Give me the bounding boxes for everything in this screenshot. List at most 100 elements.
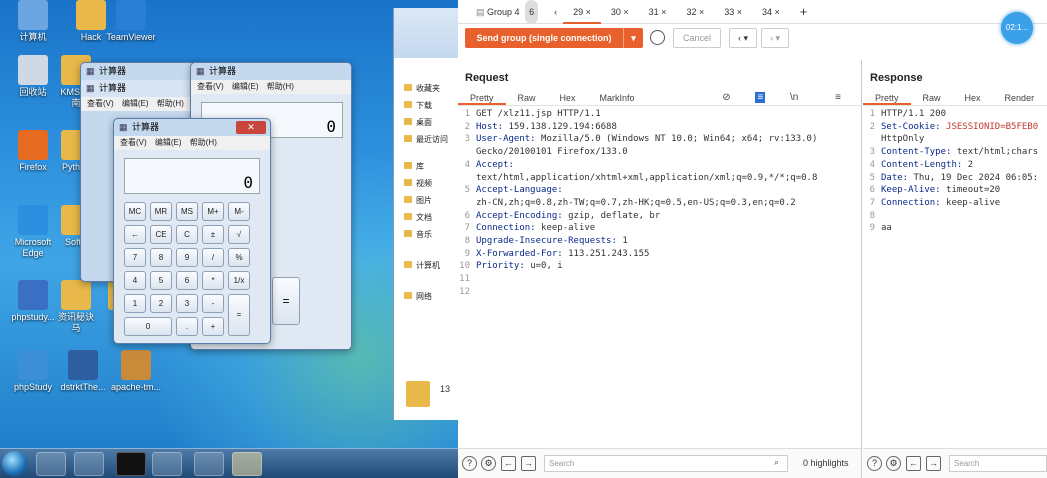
taskbar-cmd-button[interactable]	[116, 452, 146, 476]
calculator-key[interactable]: .	[176, 317, 198, 336]
close-button[interactable]: ✕	[236, 121, 266, 134]
tab-request[interactable]: 31 ×	[639, 0, 677, 24]
user-avatar[interactable]: 02:1...	[1001, 12, 1033, 44]
calculator-menu[interactable]: 查看(V) 编辑(E) 帮助(H)	[81, 97, 199, 111]
help-icon[interactable]: ?	[867, 456, 882, 471]
menu-icon[interactable]: ≡	[823, 92, 853, 103]
explorer-nav-item[interactable]: 网络	[394, 288, 458, 305]
view-tab[interactable]: Render	[993, 90, 1047, 105]
view-tab[interactable]: MarkInfo	[588, 90, 647, 105]
history-forward-button[interactable]: › ▾	[761, 28, 789, 48]
newline-toggle-icon[interactable]: \n	[778, 92, 810, 103]
calculator-menu[interactable]: 查看(V) 编辑(E) 帮助(H)	[191, 80, 351, 94]
calculator-key[interactable]: 1	[124, 294, 146, 313]
start-orb-icon[interactable]	[2, 451, 27, 476]
calculator-key[interactable]: 4	[124, 271, 146, 290]
calculator-key[interactable]: 3	[176, 294, 198, 313]
calculator-key[interactable]: ←	[124, 225, 146, 244]
explorer-folder-icon[interactable]	[406, 381, 430, 407]
taskbar-app-button[interactable]	[152, 452, 182, 476]
view-tab[interactable]: Pretty	[458, 90, 506, 105]
arrow-left-icon[interactable]: ←	[501, 456, 516, 471]
response-editor[interactable]: 1 HTTP/1.1 200 2 Set-Cookie: JSESSIONID=B5F…	[863, 106, 1047, 235]
calculator-key[interactable]: CE	[150, 225, 172, 244]
view-tab[interactable]: Hex	[548, 90, 588, 105]
inspector-icon[interactable]: ≡	[755, 92, 766, 103]
calculator-key[interactable]: C	[176, 225, 198, 244]
calculator-key[interactable]: 9	[176, 248, 198, 267]
explorer-nav-item[interactable]: 计算机	[394, 257, 458, 274]
calculator-key[interactable]: /	[202, 248, 224, 267]
desktop-icon[interactable]: 计算机	[2, 0, 64, 43]
help-icon[interactable]: ?	[462, 456, 477, 471]
calculator-key[interactable]: *	[202, 271, 224, 290]
tab-request[interactable]: 32 ×	[676, 0, 714, 24]
calculator-key[interactable]: M-	[228, 202, 250, 221]
send-dropdown-chevron-icon[interactable]: ▾	[623, 28, 643, 48]
view-tab[interactable]: Raw	[911, 90, 953, 105]
calculator-key[interactable]: √	[228, 225, 250, 244]
desktop-icon[interactable]: apache-tm...	[105, 350, 167, 393]
add-tab-icon[interactable]: +	[790, 0, 818, 24]
response-search-input[interactable]: Search	[949, 455, 1047, 472]
tab-scroll-left-icon[interactable]: ‹	[548, 0, 563, 24]
view-tab[interactable]: Pretty	[863, 90, 911, 105]
explorer-nav-item[interactable]: 库	[394, 158, 458, 175]
calculator-key[interactable]: 6	[176, 271, 198, 290]
settings-gear-icon[interactable]: ⚙	[886, 456, 901, 471]
tab-request[interactable]: 30 ×	[601, 0, 639, 24]
calculator-key[interactable]: -	[202, 294, 224, 313]
arrow-left-icon[interactable]: ←	[906, 456, 921, 471]
calculator-equals-key[interactable]: =	[272, 277, 300, 325]
explorer-nav-item[interactable]: 下载	[394, 97, 458, 114]
explorer-nav-item[interactable]: 收藏夹	[394, 80, 458, 97]
settings-gear-icon[interactable]: ⚙	[481, 456, 496, 471]
calculator-menu[interactable]: 查看(V) 编辑(E) 帮助(H)	[114, 136, 270, 150]
history-back-button[interactable]: ‹ ▾	[729, 28, 757, 48]
tab-group[interactable]: ▤ Group 4 6	[466, 0, 548, 24]
view-tab[interactable]: Raw	[506, 90, 548, 105]
calculator-key[interactable]: 8	[150, 248, 172, 267]
tab-request[interactable]: 29 ×	[563, 0, 601, 24]
calculator-key[interactable]: +	[202, 317, 224, 336]
calculator-window-front[interactable]: 计算器 ✕ 查看(V) 编辑(E) 帮助(H) 0 MCMRMSM+M-←CEC…	[113, 118, 271, 344]
calculator-key[interactable]: 2	[150, 294, 172, 313]
tab-request[interactable]: 34 ×	[752, 0, 790, 24]
taskbar-app-button-2[interactable]	[194, 452, 224, 476]
settings-gear-icon[interactable]	[650, 30, 665, 45]
calculator-key[interactable]: MR	[150, 202, 172, 221]
explorer-nav-item[interactable]: 最近访问	[394, 131, 458, 148]
calculator-key[interactable]: 1/x	[228, 271, 250, 290]
calculator-key[interactable]: 7	[124, 248, 146, 267]
taskbar-explorer-button[interactable]	[36, 452, 66, 476]
view-tab[interactable]: Hex	[953, 90, 993, 105]
pane-divider[interactable]	[861, 60, 862, 478]
explorer-nav-item[interactable]: 文档	[394, 209, 458, 226]
code-line: zh-CN,zh;q=0.8,zh-TW;q=0.7,zh-HK;q=0.5,e…	[458, 197, 861, 210]
taskbar-calculator-button[interactable]	[232, 452, 262, 476]
explorer-nav-item[interactable]: 图片	[394, 192, 458, 209]
calculator-key[interactable]: 5	[150, 271, 172, 290]
calculator-key[interactable]: M+	[202, 202, 224, 221]
request-search-input[interactable]: Search	[544, 455, 788, 472]
calculator-key[interactable]: MS	[176, 202, 198, 221]
search-icon[interactable]: ⌕	[774, 457, 779, 468]
cancel-button[interactable]: Cancel	[673, 28, 721, 48]
explorer-nav-item[interactable]: 音乐	[394, 226, 458, 243]
taskbar-media-player-button[interactable]	[74, 452, 104, 476]
tab-request[interactable]: 33 ×	[714, 0, 752, 24]
calculator-key[interactable]: %	[228, 248, 250, 267]
calculator-key[interactable]: MC	[124, 202, 146, 221]
calculator-key[interactable]: =	[228, 294, 250, 336]
explorer-nav-item[interactable]: 桌面	[394, 114, 458, 131]
desktop-icon[interactable]: TeamViewer	[100, 0, 162, 43]
calculator-key[interactable]: 0	[124, 317, 172, 336]
arrow-right-icon[interactable]: →	[521, 456, 536, 471]
explorer-nav-item[interactable]: 视频	[394, 175, 458, 192]
arrow-right-icon[interactable]: →	[926, 456, 941, 471]
calculator-key[interactable]: ±	[202, 225, 224, 244]
app-icon	[18, 55, 48, 85]
request-editor[interactable]: 1 GET /xlz11.jsp HTTP/1.1 2 Host: 159.138.1…	[458, 106, 861, 299]
send-group-button[interactable]: Send group (single connection) ▾	[465, 28, 643, 48]
hide-icon[interactable]: ⊘	[710, 92, 742, 103]
